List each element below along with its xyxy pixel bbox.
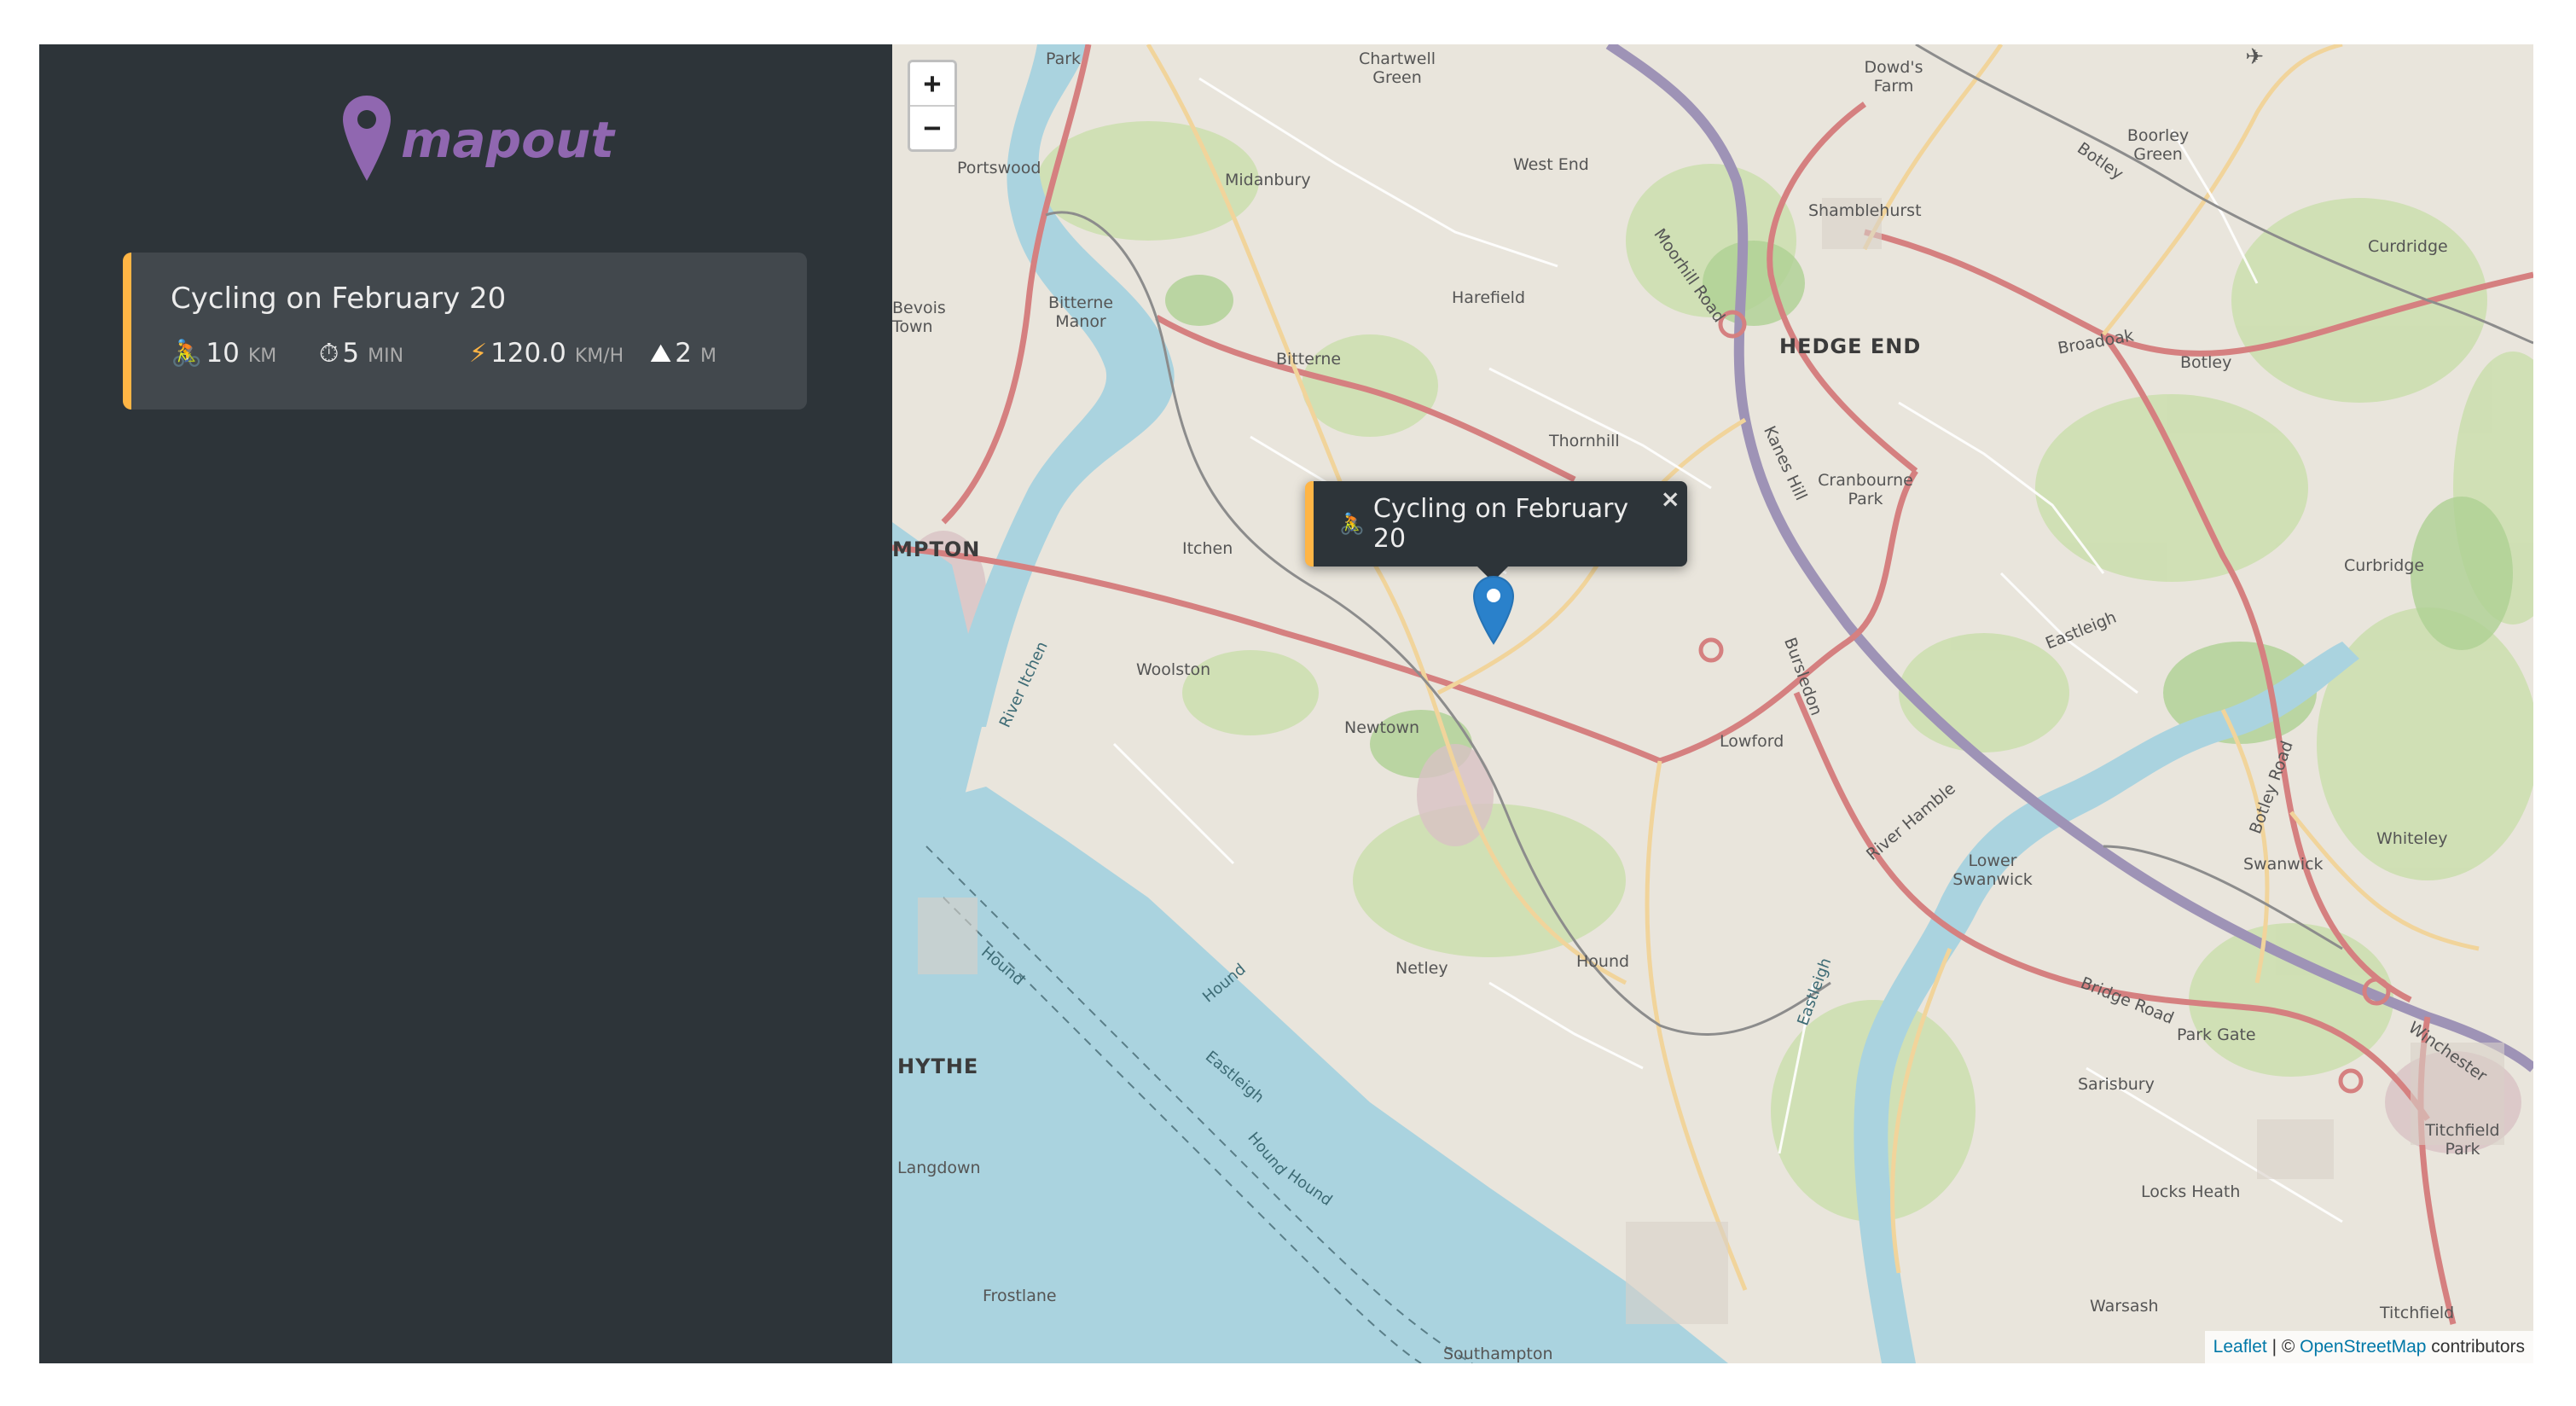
distance-value: 10 bbox=[206, 338, 240, 369]
map-label: Lower Swanwick bbox=[1952, 851, 2033, 889]
zoom-in-button[interactable]: + bbox=[910, 62, 954, 105]
map-label: Bevois Town bbox=[892, 299, 946, 336]
map-label: Titchfield bbox=[2380, 1304, 2455, 1322]
cyclist-icon: 🚴 bbox=[1339, 512, 1365, 536]
brand-name: mapout bbox=[401, 111, 614, 169]
map-label: Sarisbury bbox=[2078, 1075, 2155, 1094]
map-label: Newtown bbox=[1344, 718, 1420, 737]
map-label-hythe: HYTHE bbox=[897, 1054, 979, 1078]
map-label-hedge-end: HEDGE END bbox=[1779, 334, 1922, 358]
duration-value: 5 bbox=[342, 338, 360, 369]
map-label: Dowd's Farm bbox=[1864, 58, 1923, 96]
workout-elevation: ⛰ 2 m bbox=[650, 338, 717, 369]
sidebar: mapout Cycling on February 20 🚴 10 km ⏱ … bbox=[39, 44, 892, 1363]
speed-value: 120.0 bbox=[490, 338, 566, 369]
map-attribution: Leaflet | © OpenStreetMap contributors bbox=[2204, 1331, 2533, 1363]
leaflet-link[interactable]: Leaflet bbox=[2213, 1337, 2267, 1357]
osm-link[interactable]: OpenStreetMap bbox=[2300, 1337, 2426, 1357]
map-label: West End bbox=[1513, 155, 1589, 174]
workout-popup[interactable]: 🚴 Cycling on February 20 × bbox=[1305, 481, 1687, 566]
elevation-value: 2 bbox=[675, 338, 692, 369]
workout-speed: ⚡ 120.0 km/h bbox=[469, 338, 650, 369]
map-label: Portswood bbox=[957, 159, 1041, 177]
map-label: Whiteley bbox=[2376, 829, 2448, 848]
map-label: Curdridge bbox=[2368, 237, 2448, 256]
distance-unit: km bbox=[247, 346, 277, 367]
map-label: Curbridge bbox=[2344, 556, 2425, 575]
map-label: Park Gate bbox=[2177, 1025, 2256, 1044]
workout-title: Cycling on February 20 bbox=[171, 282, 507, 316]
map-label: Lowford bbox=[1720, 732, 1784, 751]
workout-card[interactable]: Cycling on February 20 🚴 10 km ⏱ 5 min ⚡… bbox=[123, 253, 807, 410]
map-label: Bitterne Manor bbox=[1047, 293, 1114, 331]
workout-distance: 🚴 10 km bbox=[171, 338, 319, 369]
map-label-southampton: MPTON bbox=[892, 537, 981, 561]
map-label: Botley bbox=[2180, 353, 2232, 372]
map-label: Netley bbox=[1395, 959, 1448, 978]
map-label: Titchfield Park bbox=[2425, 1121, 2500, 1159]
map-label: Bitterne bbox=[1276, 350, 1342, 369]
map-label: Frostlane bbox=[983, 1287, 1057, 1305]
map-label: Itchen bbox=[1182, 539, 1233, 558]
compass-icon: ✈ bbox=[2245, 44, 2264, 70]
attribution-separator: | © bbox=[2266, 1337, 2300, 1357]
app-root: mapout Cycling on February 20 🚴 10 km ⏱ … bbox=[39, 44, 2533, 1363]
popup-close-button[interactable]: × bbox=[1661, 485, 1680, 513]
popup-text: Cycling on February 20 bbox=[1372, 494, 1629, 554]
map-label: Shamblehurst bbox=[1808, 201, 1922, 220]
stopwatch-icon: ⏱ bbox=[319, 339, 339, 369]
workout-duration: ⏱ 5 min bbox=[319, 338, 469, 369]
zoom-control: + − bbox=[908, 60, 957, 152]
map-label: Harefield bbox=[1452, 288, 1526, 307]
map-label: Chartwell Green bbox=[1359, 49, 1436, 87]
lightning-icon: ⚡ bbox=[469, 339, 488, 369]
map-label: Locks Heath bbox=[2141, 1182, 2241, 1201]
map-label: Boorley Green bbox=[2126, 126, 2190, 164]
map-label: Woolston bbox=[1136, 660, 1211, 679]
map-label: Swanwick bbox=[2243, 855, 2324, 874]
map-label: Langdown bbox=[897, 1159, 981, 1177]
cyclist-icon: 🚴 bbox=[171, 339, 203, 369]
mountain-icon: ⛰ bbox=[650, 339, 672, 369]
attribution-suffix: contributors bbox=[2426, 1337, 2525, 1357]
workout-details: 🚴 10 km ⏱ 5 min ⚡ 120.0 km/h ⛰ 2 m bbox=[171, 338, 807, 369]
map-label: Park bbox=[1046, 49, 1082, 68]
map-label: Warsash bbox=[2090, 1297, 2159, 1316]
duration-unit: min bbox=[368, 346, 404, 367]
map-tiles[interactable] bbox=[892, 44, 2533, 1363]
map-label: Midanbury bbox=[1225, 171, 1311, 189]
map-label: Hound bbox=[1576, 952, 1630, 971]
map-label: Cranbourne Park bbox=[1818, 471, 1913, 508]
map-view[interactable]: Park Chartwell Green Dowd's Farm Portswo… bbox=[892, 44, 2533, 1363]
map-label: Thornhill bbox=[1549, 432, 1620, 450]
logo: mapout bbox=[341, 94, 614, 186]
map-pin-icon bbox=[341, 94, 392, 186]
speed-unit: km/h bbox=[574, 346, 624, 367]
zoom-out-button[interactable]: − bbox=[910, 105, 954, 149]
elevation-unit: m bbox=[699, 346, 717, 367]
map-marker-icon[interactable] bbox=[1472, 575, 1515, 648]
map-label: Southampton bbox=[1443, 1345, 1553, 1363]
